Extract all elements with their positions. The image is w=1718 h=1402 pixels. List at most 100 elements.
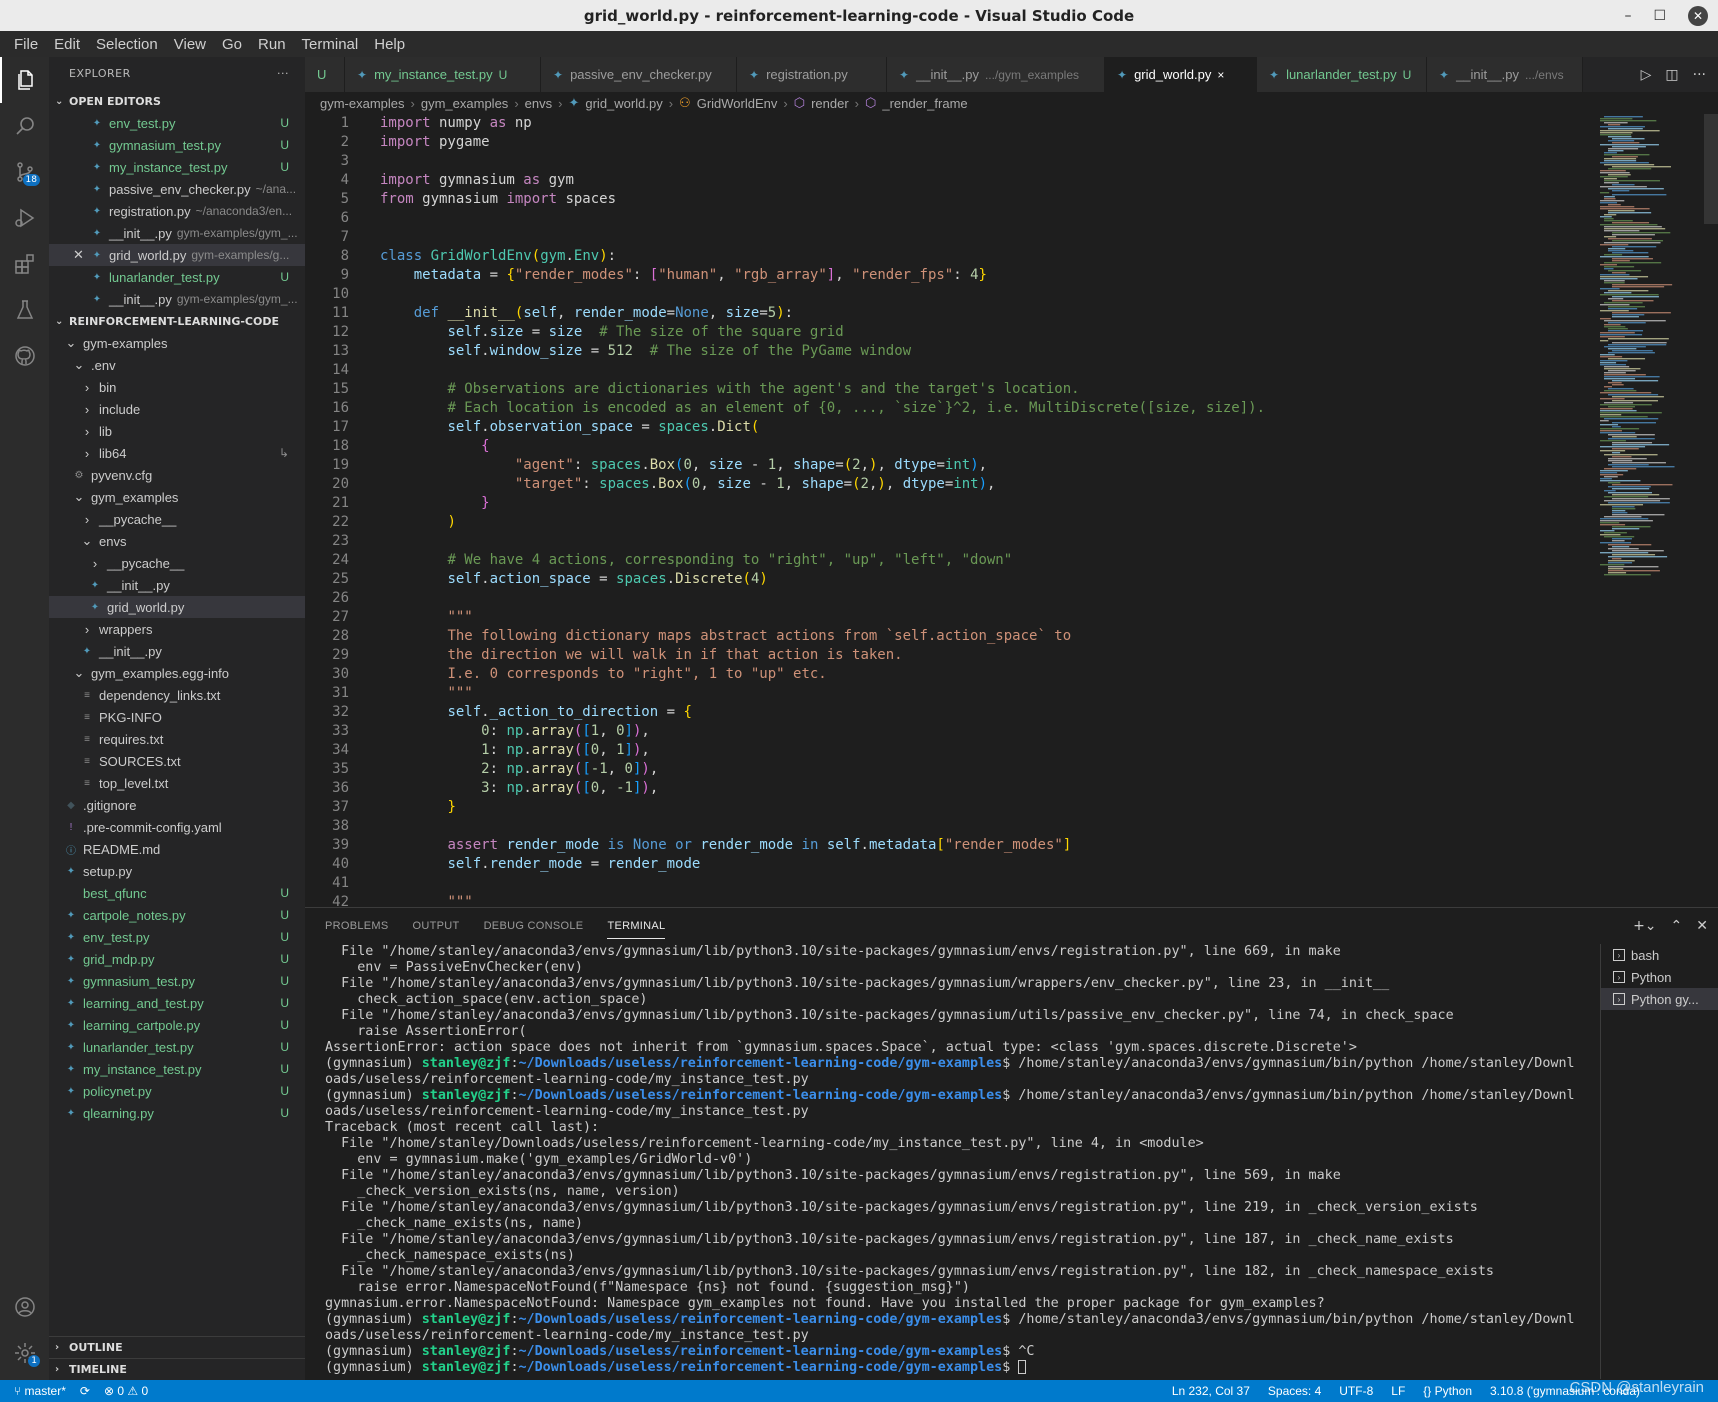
open-editor-item[interactable]: ✦ env_test.py U <box>49 112 305 134</box>
tree-item[interactable]: ✦ cartpole_notes.py U <box>49 904 305 926</box>
tree-item[interactable]: best_qfunc U <box>49 882 305 904</box>
breadcrumb-item[interactable]: gym_examples <box>421 96 508 111</box>
breadcrumb-item[interactable]: envs <box>525 96 552 111</box>
tree-item[interactable]: ≡ dependency_links.txt <box>49 684 305 706</box>
open-editor-item[interactable]: ✦ my_instance_test.py U <box>49 156 305 178</box>
tree-item[interactable]: › __pycache__ <box>49 552 305 574</box>
breadcrumb-item[interactable]: gym-examples <box>320 96 405 111</box>
menu-selection[interactable]: Selection <box>88 36 166 53</box>
tab-debug-console[interactable]: DEBUG CONSOLE <box>484 920 584 932</box>
breadcrumb-item[interactable]: GridWorldEnv <box>697 96 778 111</box>
maximize-panel-icon[interactable]: ⌃ <box>1671 918 1683 934</box>
tree-item[interactable]: ≡ requires.txt <box>49 728 305 750</box>
open-editor-item[interactable]: ✦ gymnasium_test.py U <box>49 134 305 156</box>
language-mode[interactable]: {} Python <box>1423 1384 1472 1398</box>
menu-go[interactable]: Go <box>214 36 250 53</box>
account-icon[interactable] <box>0 1284 49 1330</box>
gear-icon[interactable]: 1 <box>0 1330 49 1376</box>
editor-tab[interactable]: U <box>305 57 345 92</box>
run-debug-icon[interactable] <box>0 195 49 241</box>
tree-item[interactable]: › wrappers <box>49 618 305 640</box>
tree-item[interactable]: ⌄ gym_examples <box>49 486 305 508</box>
tree-item[interactable]: › lib64 ↳ <box>49 442 305 464</box>
minimap[interactable] <box>1598 114 1708 907</box>
source-control-icon[interactable]: 18 <box>0 149 49 195</box>
search-icon[interactable] <box>0 103 49 149</box>
terminal-output[interactable]: File "/home/stanley/anaconda3/envs/gymna… <box>325 944 1575 1379</box>
breadcrumb-item[interactable]: render <box>811 96 849 111</box>
open-editors-section[interactable]: ⌄ OPEN EDITORS <box>49 90 305 112</box>
tab-terminal[interactable]: TERMINAL <box>607 913 666 939</box>
menu-run[interactable]: Run <box>250 36 294 53</box>
git-branch[interactable]: ⑂ master* <box>14 1384 66 1398</box>
breadcrumb-item[interactable]: _render_frame <box>882 96 967 111</box>
open-editor-item[interactable]: ✦ __init__.py gym-examples/gym_... <box>49 222 305 244</box>
editor-tab[interactable]: ✦ lunarlander_test.py U <box>1257 57 1427 92</box>
more-actions-icon[interactable]: ··· <box>277 67 289 80</box>
menu-file[interactable]: File <box>6 36 46 53</box>
tab-output[interactable]: OUTPUT <box>413 920 460 932</box>
open-editor-item[interactable]: ✦ lunarlander_test.py U <box>49 266 305 288</box>
end-of-line[interactable]: LF <box>1391 1384 1405 1398</box>
tree-item[interactable]: ⌄ gym_examples.egg-info <box>49 662 305 684</box>
testing-icon[interactable] <box>0 287 49 333</box>
tab-problems[interactable]: PROBLEMS <box>325 920 389 932</box>
tree-item[interactable]: ! .pre-commit-config.yaml <box>49 816 305 838</box>
tree-item[interactable]: ✦ setup.py <box>49 860 305 882</box>
open-editor-item[interactable]: ✦ registration.py ~/anaconda3/en... <box>49 200 305 222</box>
breadcrumb-item[interactable]: grid_world.py <box>585 96 662 111</box>
editor-tab[interactable]: ✦ grid_world.py × <box>1105 57 1257 92</box>
tree-item[interactable]: › bin <box>49 376 305 398</box>
cursor-position[interactable]: Ln 232, Col 37 <box>1172 1384 1250 1398</box>
extensions-icon[interactable] <box>0 241 49 287</box>
open-editor-item[interactable]: ✕ ✦ grid_world.py gym-examples/g... <box>49 244 305 266</box>
close-icon[interactable]: × <box>1217 68 1224 82</box>
tree-item[interactable]: ✦ lunarlander_test.py U <box>49 1036 305 1058</box>
minimize-icon[interactable]: – <box>1624 8 1631 24</box>
tree-item[interactable]: ≡ PKG-INFO <box>49 706 305 728</box>
split-editor-icon[interactable]: ◫ <box>1665 67 1678 83</box>
tree-item[interactable]: ✦ learning_and_test.py U <box>49 992 305 1014</box>
terminal-item-python[interactable]: › Python <box>1601 966 1718 988</box>
new-terminal-icon[interactable]: +⌄ <box>1633 918 1656 934</box>
tree-item[interactable]: ⚙ pyvenv.cfg <box>49 464 305 486</box>
menu-view[interactable]: View <box>166 36 214 53</box>
tree-item[interactable]: ✦ my_instance_test.py U <box>49 1058 305 1080</box>
editor-tab[interactable]: ✦ registration.py <box>737 57 887 92</box>
tree-item[interactable]: ✦ __init__.py <box>49 574 305 596</box>
more-actions-icon[interactable]: ··· <box>1693 67 1706 83</box>
timeline-section[interactable]: › TIMELINE <box>49 1358 305 1380</box>
tree-item[interactable]: ✦ learning_cartpole.py U <box>49 1014 305 1036</box>
menu-edit[interactable]: Edit <box>46 36 88 53</box>
tree-item[interactable]: ✦ grid_world.py <box>49 596 305 618</box>
tree-item[interactable]: ⌄ .env <box>49 354 305 376</box>
tree-item[interactable]: › lib <box>49 420 305 442</box>
terminal-item-python-gym[interactable]: › Python gy... <box>1601 988 1718 1010</box>
tree-item[interactable]: ≡ top_level.txt <box>49 772 305 794</box>
editor-tab[interactable]: ✦ __init__.py .../gym_examples <box>887 57 1105 92</box>
open-editor-item[interactable]: ✦ __init__.py gym-examples/gym_... <box>49 288 305 310</box>
editor-tab[interactable]: ✦ my_instance_test.py U <box>345 57 541 92</box>
editor-tab[interactable]: ✦ __init__.py .../envs <box>1427 57 1583 92</box>
sync-icon[interactable]: ⟳ <box>80 1384 90 1398</box>
tree-item[interactable]: ≡ SOURCES.txt <box>49 750 305 772</box>
tree-item[interactable]: ✦ grid_mdp.py U <box>49 948 305 970</box>
close-window-icon[interactable]: ✕ <box>1688 5 1708 26</box>
close-icon[interactable]: ✕ <box>73 247 84 263</box>
close-panel-icon[interactable]: ✕ <box>1696 918 1708 934</box>
editor-scrollbar[interactable] <box>1704 114 1718 907</box>
tree-item[interactable]: ✦ __init__.py <box>49 640 305 662</box>
tree-item[interactable]: ✦ qlearning.py U <box>49 1102 305 1124</box>
tree-item[interactable]: ⌄ gym-examples <box>49 332 305 354</box>
problems-count[interactable]: ⊗ 0 ⚠ 0 <box>104 1384 148 1398</box>
tree-item[interactable]: ◆ .gitignore <box>49 794 305 816</box>
terminal-item-bash[interactable]: › bash <box>1601 944 1718 966</box>
open-editor-item[interactable]: ✦ passive_env_checker.py ~/ana... <box>49 178 305 200</box>
tree-item[interactable]: ✦ env_test.py U <box>49 926 305 948</box>
tree-item[interactable]: ✦ gymnasium_test.py U <box>49 970 305 992</box>
code-editor[interactable]: 1 import numpy as np 2 import pygame 3 4 impor… <box>305 114 1575 907</box>
explorer-icon[interactable] <box>0 57 49 103</box>
tree-item[interactable]: › include <box>49 398 305 420</box>
github-icon[interactable] <box>0 333 49 379</box>
tree-item[interactable]: › __pycache__ <box>49 508 305 530</box>
